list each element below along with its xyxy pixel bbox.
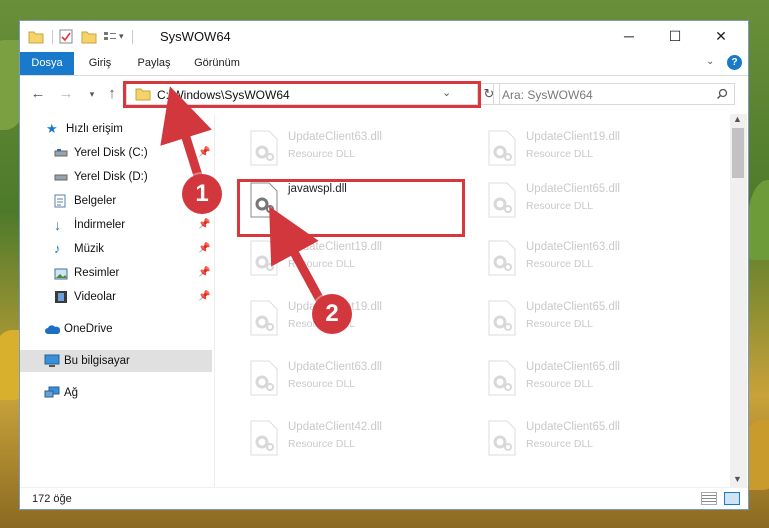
new-folder-icon[interactable] bbox=[81, 30, 97, 44]
title-bar: ▾ SysWOW64 ─ ☐ ✕ bbox=[20, 21, 748, 52]
tab-giris[interactable]: Giriş bbox=[82, 52, 118, 75]
recent-locations-button[interactable]: ▾ bbox=[82, 84, 102, 104]
step-2-badge: 2 bbox=[312, 294, 352, 334]
nav-item-yerel-disk-c[interactable]: Yerel Disk (C:) 📌 bbox=[20, 142, 212, 164]
address-bar-highlight-box bbox=[123, 81, 481, 108]
quick-access-toolbar: ▾ bbox=[28, 29, 133, 44]
properties-icon[interactable] bbox=[59, 29, 73, 44]
drive-icon bbox=[54, 170, 68, 184]
dll-file-icon bbox=[250, 130, 278, 166]
search-box[interactable]: Ara: SysWOW64 bbox=[493, 83, 735, 105]
pane-splitter[interactable] bbox=[214, 114, 215, 487]
scroll-down-arrow[interactable]: ▼ bbox=[733, 474, 742, 484]
file-highlight-box bbox=[237, 179, 465, 237]
vertical-scrollbar[interactable]: ▲ ▼ bbox=[730, 114, 747, 487]
file-item[interactable]: UpdateClient65.dll Resource DLL bbox=[478, 412, 708, 464]
status-bar: 172 öğe bbox=[20, 487, 748, 510]
network-icon bbox=[44, 386, 60, 400]
folder-icon[interactable] bbox=[28, 30, 44, 44]
file-item[interactable]: UpdateClient19.dll Resource DLL bbox=[240, 292, 470, 344]
minimize-button[interactable]: ─ bbox=[606, 21, 652, 52]
navigation-pane: ★ Hızlı erişim Yerel Disk (C:) 📌 Yerel D… bbox=[20, 114, 214, 487]
nav-item-muzik[interactable]: ♪ Müzik 📌 bbox=[20, 238, 212, 260]
cloud-icon bbox=[44, 322, 61, 336]
expand-ribbon-icon[interactable]: ⌄ bbox=[706, 56, 714, 67]
search-placeholder: Ara: SysWOW64 bbox=[502, 88, 593, 102]
forward-button[interactable]: → bbox=[56, 84, 76, 104]
nav-item-ag[interactable]: Ağ bbox=[20, 382, 212, 404]
star-icon: ★ bbox=[46, 121, 58, 136]
dll-file-icon bbox=[488, 420, 516, 456]
nav-item-resimler[interactable]: Resimler 📌 bbox=[20, 262, 212, 284]
large-icons-view-icon[interactable] bbox=[724, 492, 740, 505]
details-view-icon[interactable] bbox=[701, 492, 717, 505]
file-item[interactable]: UpdateClient63.dll Resource DLL bbox=[240, 352, 470, 404]
nav-item-onedrive[interactable]: OneDrive bbox=[20, 318, 212, 340]
file-item[interactable]: UpdateClient65.dll Resource DLL bbox=[478, 174, 708, 226]
nav-item-videolar[interactable]: Videolar 📌 bbox=[20, 286, 212, 308]
video-icon bbox=[54, 290, 68, 304]
file-item[interactable]: UpdateClient42.dll Resource DLL bbox=[240, 412, 470, 464]
dll-file-icon bbox=[488, 240, 516, 276]
scroll-up-arrow[interactable]: ▲ bbox=[733, 114, 742, 124]
download-icon: ↓ bbox=[54, 217, 61, 233]
dll-file-icon bbox=[250, 360, 278, 396]
maximize-button[interactable]: ☐ bbox=[652, 21, 698, 52]
close-button[interactable]: ✕ bbox=[698, 21, 744, 52]
file-list: UpdateClient63.dll Resource DLL javawspl… bbox=[220, 114, 730, 487]
scrollbar-thumb[interactable] bbox=[732, 128, 744, 178]
file-item[interactable]: UpdateClient19.dll Resource DLL bbox=[478, 122, 708, 174]
tab-paylas[interactable]: Paylaş bbox=[130, 52, 178, 75]
pin-icon[interactable]: 📌 bbox=[198, 238, 210, 260]
background-leaf bbox=[748, 180, 769, 260]
nav-item-hizli-erisim[interactable]: ★ Hızlı erişim bbox=[20, 118, 212, 140]
customize-toolbar-icon[interactable] bbox=[103, 30, 117, 44]
file-item[interactable]: UpdateClient63.dll Resource DLL bbox=[478, 232, 708, 284]
file-item[interactable]: UpdateClient65.dll Resource DLL bbox=[478, 292, 708, 344]
drive-icon bbox=[54, 146, 68, 160]
pin-icon[interactable]: 📌 bbox=[198, 262, 210, 284]
item-count: 172 öğe bbox=[32, 493, 72, 505]
documents-icon bbox=[54, 194, 68, 208]
dll-file-icon bbox=[250, 300, 278, 336]
dll-file-icon bbox=[250, 420, 278, 456]
computer-icon bbox=[44, 354, 60, 368]
help-icon[interactable]: ? bbox=[727, 55, 742, 70]
tab-dosya[interactable]: Dosya bbox=[20, 52, 74, 75]
pin-icon[interactable]: 📌 bbox=[198, 142, 210, 164]
pin-icon[interactable]: 📌 bbox=[198, 214, 210, 236]
nav-item-bu-bilgisayar[interactable]: Bu bilgisayar bbox=[20, 350, 212, 372]
dll-file-icon bbox=[250, 240, 278, 276]
dll-file-icon bbox=[488, 300, 516, 336]
dll-file-icon bbox=[488, 182, 516, 218]
ribbon-tabs: Dosya Giriş Paylaş Görünüm ⌄ ? bbox=[20, 52, 748, 76]
chevron-down-icon[interactable]: ▾ bbox=[119, 31, 124, 42]
file-item[interactable]: UpdateClient19.dll Resource DLL bbox=[240, 232, 470, 284]
search-icon[interactable] bbox=[716, 88, 728, 100]
pictures-icon bbox=[54, 266, 68, 280]
dll-file-icon bbox=[488, 130, 516, 166]
pin-icon[interactable]: 📌 bbox=[198, 286, 210, 308]
tab-gorunum[interactable]: Görünüm bbox=[188, 52, 246, 75]
nav-item-indirmeler[interactable]: ↓ İndirmeler 📌 bbox=[20, 214, 212, 236]
file-item[interactable]: UpdateClient65.dll Resource DLL bbox=[478, 352, 708, 404]
step-1-badge: 1 bbox=[182, 174, 222, 214]
file-item[interactable]: UpdateClient63.dll Resource DLL bbox=[240, 122, 470, 174]
window-title: SysWOW64 bbox=[160, 29, 231, 44]
dll-file-icon bbox=[488, 360, 516, 396]
back-button[interactable]: ← bbox=[28, 84, 48, 104]
music-icon: ♪ bbox=[54, 241, 61, 256]
up-button[interactable]: ↑ bbox=[102, 84, 122, 104]
